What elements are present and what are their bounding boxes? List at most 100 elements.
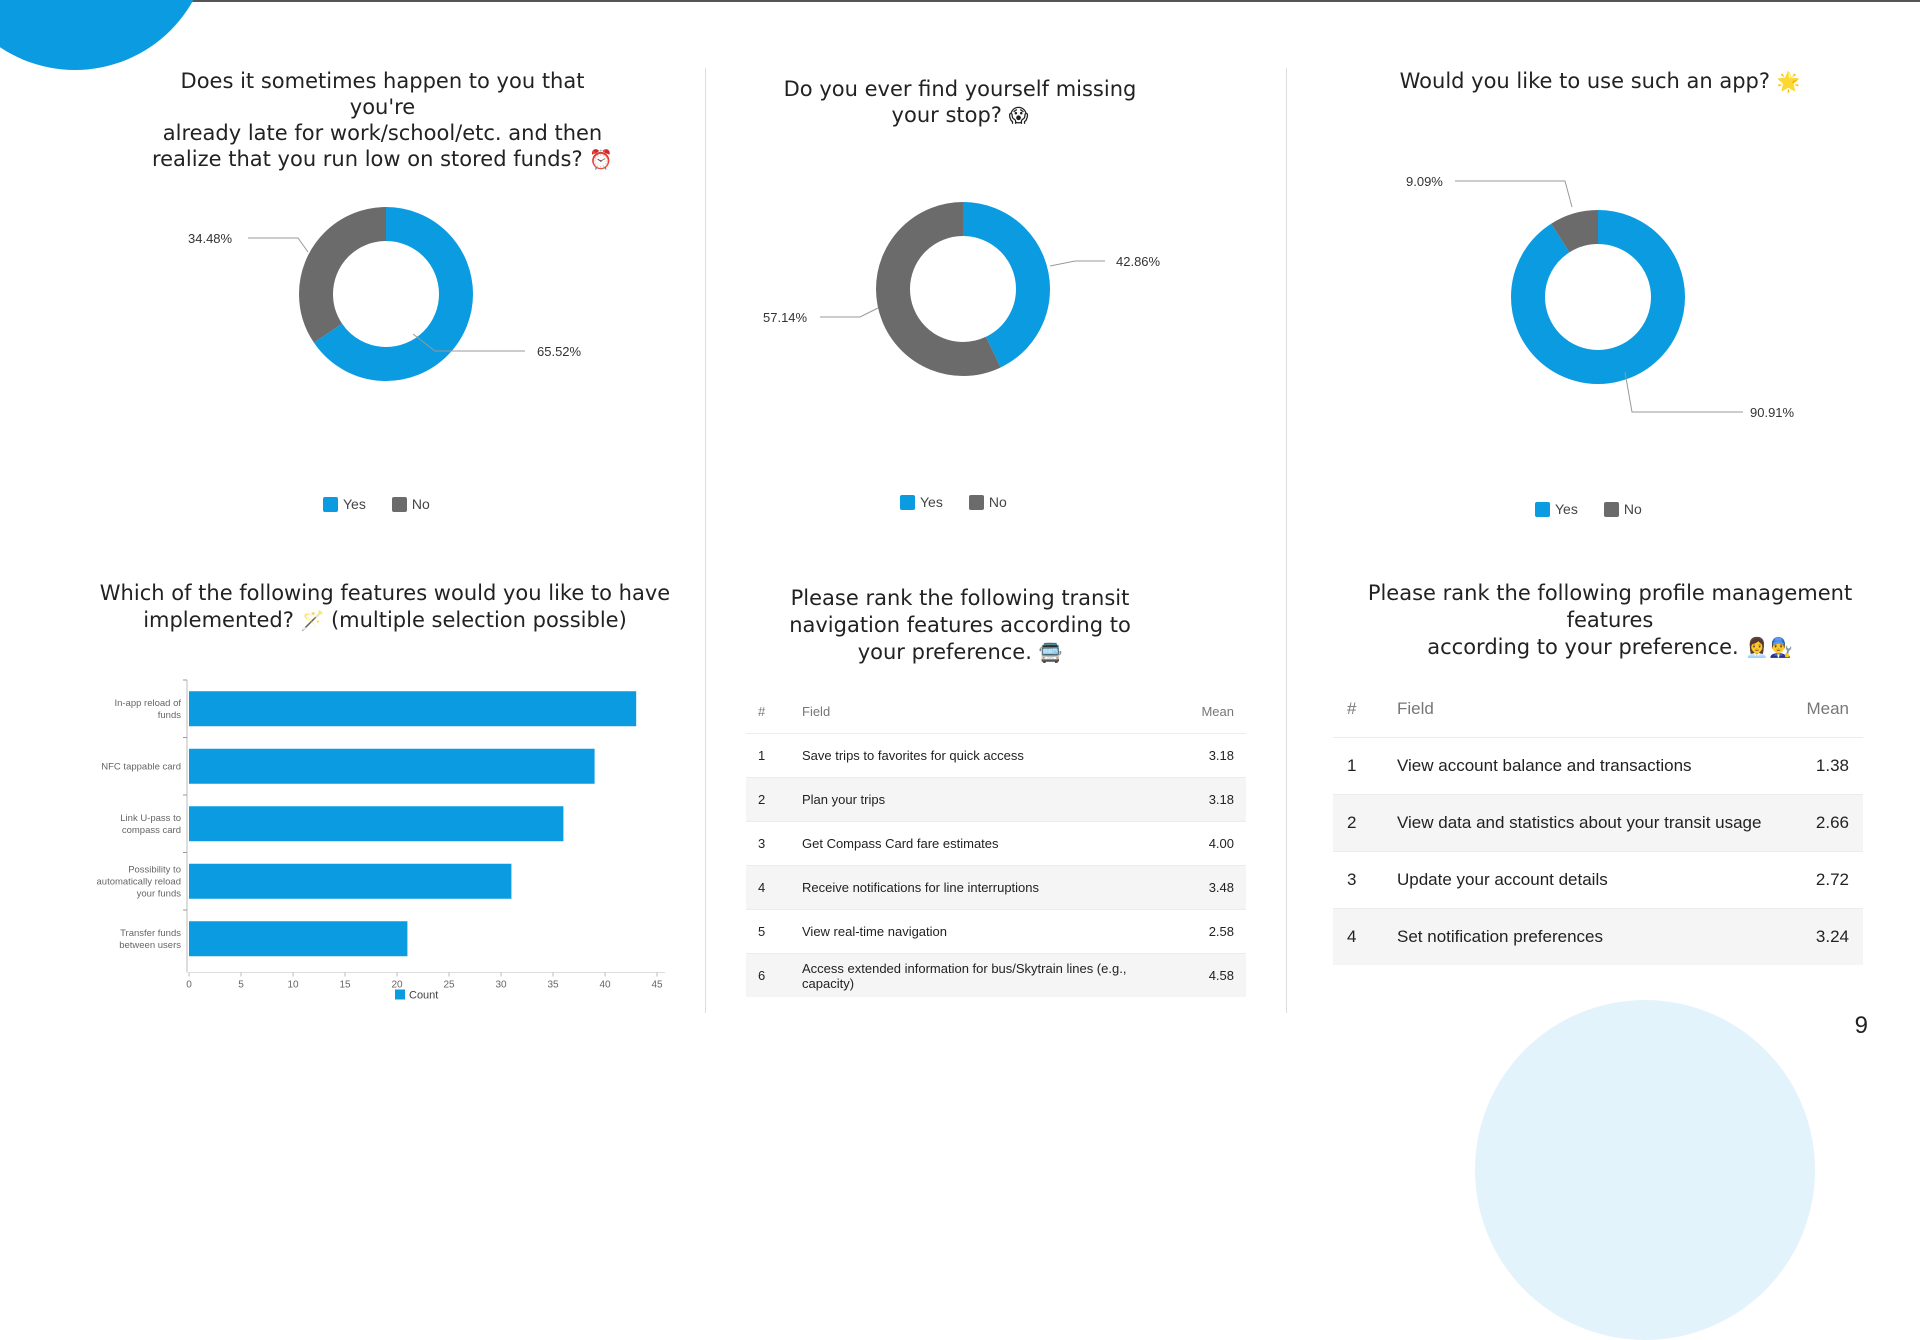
row-field: Access extended information for bus/Skyt… [790,953,1190,997]
table-row: 4 Receive notifications for line interrup… [746,865,1246,910]
title-line: according to your preference. [1427,635,1739,659]
chart-title-app: Would you like to use such an app? 🌟 [1360,68,1840,95]
table-title-transit: Please rank the following transit naviga… [760,585,1160,667]
row-field: Save trips to favorites for quick access [790,733,1190,778]
data-label-no: 34.48% [188,231,233,246]
x-tick-label: 45 [651,980,663,991]
table-header-row: # Field Mean [1333,681,1863,738]
legend-app: Yes No [1535,501,1642,517]
legend-swatch-yes [1535,501,1550,517]
profile-rank-table: # Field Mean 1 View account balance and t… [1333,681,1863,965]
title-line: Do you ever find yourself missing [783,77,1137,101]
row-mean: 4.00 [1189,821,1246,866]
bar [189,921,408,957]
leader-line [248,237,309,253]
legend-label: Yes [920,494,943,510]
leader-line [1624,371,1743,413]
legend-label: Yes [1555,501,1578,517]
title-line: Please rank the following profile manage… [1367,581,1853,632]
row-field: Set notification preferences [1383,908,1790,965]
category-label: In-app reload of funds [114,698,181,721]
table-row: 1 Save trips to favorites for quick acces… [746,733,1246,778]
x-tick-label: 0 [186,980,192,991]
row-mean: 2.72 [1789,851,1863,909]
category-label: Link U-pass to compass card [120,813,181,836]
corner-decoration [0,0,210,70]
title-line: already late for work/school/etc. and th… [162,121,603,145]
legend-swatch-no [968,494,984,510]
column-divider [705,68,706,1013]
legend-swatch-yes [900,494,915,510]
bar [189,691,637,727]
legend-label: Yes [343,496,366,512]
row-num: 2 [1333,794,1383,852]
row-mean: 2.66 [1789,794,1863,852]
category-label: Transfer funds between users [119,928,181,951]
header-mean: Mean [1806,699,1849,718]
donut-chart-stop: 42.86% 57.14% [763,202,1161,376]
title-line: Would you like to use such an app? [1399,69,1771,93]
x-tick-label: 35 [547,980,559,991]
table-row: 4 Set notification preferences 3.24 [1333,908,1863,965]
header-mean: Mean [1201,704,1234,719]
data-label-yes: 65.52% [537,344,582,359]
row-mean: 3.18 [1189,777,1246,822]
bar [189,748,595,784]
leader-line [820,307,879,318]
row-mean: 4.58 [1189,953,1246,997]
row-field: Update your account details [1383,851,1790,909]
chart-title-stop: Do you ever find yourself missing your s… [760,76,1160,129]
category-label: NFC tappable card [101,761,181,772]
table-row: 2 View data and statistics about your tra… [1333,794,1863,852]
bar [189,863,512,899]
chart-title-late: Does it sometimes happen to you that you… [150,68,615,173]
header-field: Field [1397,699,1434,718]
bar [189,806,564,842]
legend-label-count: Count [409,990,438,1002]
title-suffix: (multiple selection possible) [330,608,627,632]
leader-line [1455,180,1573,208]
donut-chart-app: 90.91% 9.09% [1406,174,1795,420]
column-divider [1286,68,1287,1013]
bottom-decoration [1475,1000,1815,1340]
x-tick-label: 10 [287,980,299,991]
row-mean: 1.38 [1789,737,1863,795]
legend-swatch-count [395,989,405,1000]
row-num: 3 [1333,851,1383,909]
row-num: 6 [746,953,790,997]
x-tick-label: 25 [443,980,455,991]
row-mean: 2.58 [1189,909,1246,954]
title-line: your stop? [891,103,1002,127]
legend-swatch-no [1603,501,1619,517]
star-icon: 🌟 [1776,71,1801,93]
table-row: 3 Get Compass Card fare estimates 4.00 [746,821,1246,866]
title-line: Does it sometimes happen to you that you… [180,69,585,119]
donut-slice-yes [1511,210,1685,384]
header-field: Field [802,704,831,719]
row-field: View real-time navigation [790,909,1190,954]
row-field: Get Compass Card fare estimates [790,821,1190,866]
title-line: your preference. [857,640,1032,664]
data-label-no: 9.09% [1406,174,1443,189]
header-num: # [758,704,766,719]
screaming-face-icon: 😱 [1008,105,1029,127]
table-header-row: # Field Mean [746,690,1246,734]
category-label: Possibility to automatically reload your f… [97,864,182,899]
x-tick-label: 30 [495,980,507,991]
table-title-profile: Please rank the following profile manage… [1340,580,1880,662]
row-num: 1 [746,733,790,778]
legend-label: No [1623,501,1642,517]
row-field: Plan your trips [790,777,1190,822]
table-row: 1 View account balance and transactions 1.… [1333,737,1863,795]
legend-label: No [411,496,430,512]
legend-label: No [988,494,1007,510]
transit-rank-table: # Field Mean 1 Save trips to favorites fo… [746,690,1246,997]
chart-title-features: Which of the following features would yo… [95,580,675,635]
row-num: 2 [746,777,790,822]
legend-item-no: No [968,494,1007,510]
table-row: 3 Update your account details 2.72 [1333,851,1863,909]
legend-item-yes: Yes [900,494,943,510]
x-tick-label: 15 [339,980,351,991]
donut-chart-late: 65.52% 34.48% [188,207,582,381]
bus-icon: 🚍 [1038,642,1063,664]
